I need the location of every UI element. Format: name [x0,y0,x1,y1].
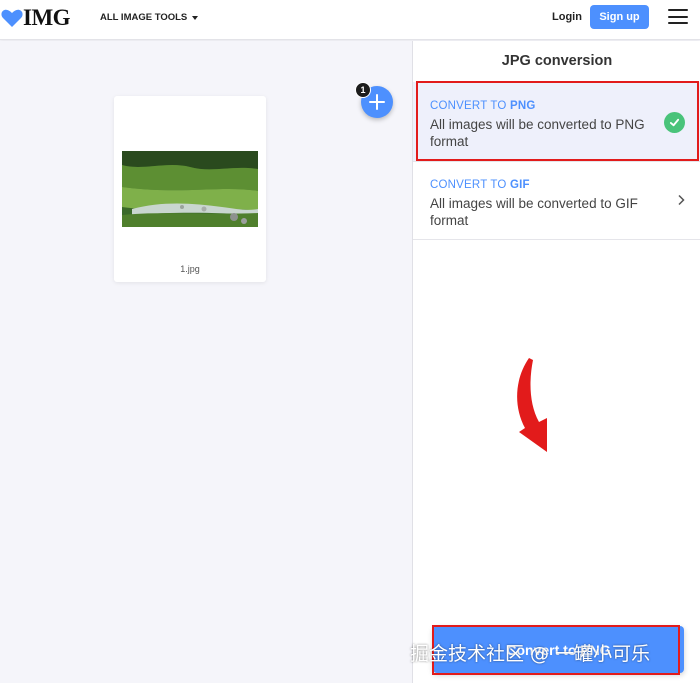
caret-down-icon [192,15,199,20]
file-workspace: 1.jpg 1 [0,41,412,683]
option-convert-to-gif[interactable]: CONVERT TO GIF All images will be conver… [413,161,700,240]
file-thumbnail [122,151,258,227]
check-icon [664,112,685,133]
login-link[interactable]: Login [552,11,582,23]
hamburger-icon[interactable] [668,9,688,25]
all-image-tools-menu[interactable]: ALL IMAGE TOOLS [100,12,199,23]
file-count-badge: 1 [355,82,371,98]
file-name: 1.jpg [180,264,200,274]
signup-button[interactable]: Sign up [590,5,649,29]
option-description: All images will be converted to PNG form… [430,117,645,149]
option-heading: CONVERT TO PNG [430,100,536,112]
landscape-thumbnail-image [122,151,258,227]
tools-menu-label: ALL IMAGE TOOLS [100,12,188,23]
logo-text: IMG [23,5,71,30]
panel-title: JPG conversion [501,53,613,69]
convert-button[interactable]: Convert to PNG [433,626,684,673]
option-heading: CONVERT TO GIF [430,179,530,191]
plus-icon [369,94,385,110]
chevron-right-icon [677,193,685,211]
option-convert-to-png[interactable]: CONVERT TO PNG All images will be conver… [413,82,700,161]
curved-arrow-icon [511,356,557,456]
top-bar: IMG ALL IMAGE TOOLS Login Sign up [0,0,700,40]
logo[interactable]: IMG [0,5,71,31]
heart-logo-icon [1,9,23,27]
file-card[interactable]: 1.jpg [114,96,266,282]
option-description: All images will be converted to GIF form… [430,196,638,228]
